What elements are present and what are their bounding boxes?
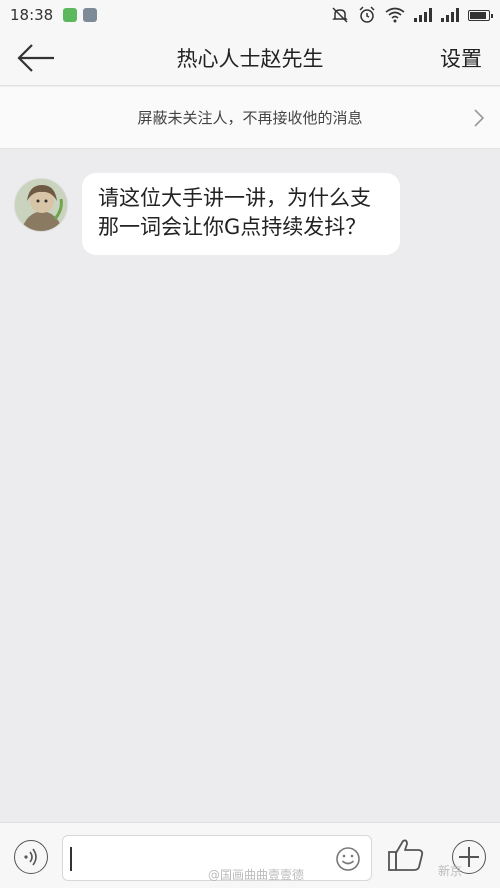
thumbs-up-icon[interactable] — [386, 835, 426, 875]
status-bar: 18:38 — [0, 0, 500, 30]
battery-icon — [468, 9, 493, 21]
app-green-icon — [63, 8, 78, 22]
text-cursor — [70, 847, 72, 871]
mute-icon — [332, 7, 348, 23]
block-notice[interactable]: 屏蔽未关注人，不再接收他的消息 — [0, 87, 500, 149]
notice-text: 屏蔽未关注人，不再接收他的消息 — [137, 109, 363, 127]
settings-button[interactable]: 设置 — [440, 43, 482, 73]
app-gray-icon — [83, 8, 98, 22]
watermark-corner: 新京 — [438, 864, 463, 878]
alarm-icon — [359, 6, 375, 23]
chevron-right-icon — [474, 109, 484, 127]
status-indicators — [331, 6, 493, 24]
header: 热心人士赵先生 设置 — [0, 30, 500, 86]
message-bubble[interactable]: 请这位大手讲一讲，为什么支那一词会让你G点持续发抖？ — [82, 173, 400, 255]
wifi-icon — [385, 7, 405, 23]
signal-icon — [441, 8, 459, 22]
user-avatar[interactable] — [14, 178, 68, 232]
status-time: 18:38 — [10, 6, 54, 24]
back-arrow-icon[interactable] — [14, 40, 60, 76]
voice-icon[interactable] — [14, 840, 48, 874]
conversation-area: 请这位大手讲一讲，为什么支那一词会让你G点持续发抖？ — [0, 150, 500, 822]
emoji-icon[interactable] — [335, 846, 361, 872]
watermark: @国画曲曲壹壹德 — [208, 868, 305, 882]
page-title: 热心人士赵先生 — [176, 47, 324, 71]
signal-icon — [414, 8, 432, 22]
